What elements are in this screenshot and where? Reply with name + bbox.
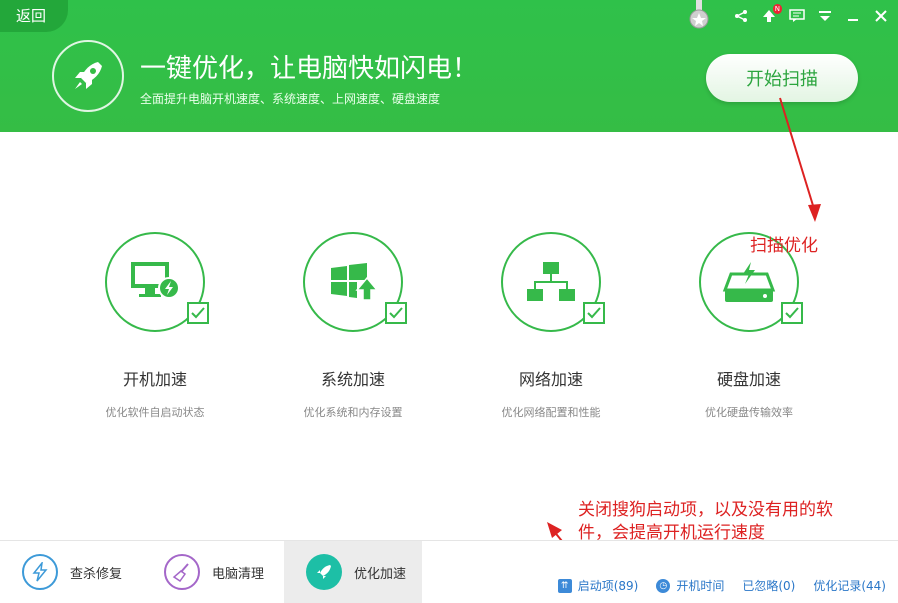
scan-annotation: 扫描优化 xyxy=(750,236,818,256)
nav-label: 查杀修复 xyxy=(70,566,123,582)
clock-icon: ◷ xyxy=(656,578,671,593)
boot-time-link[interactable]: ◷ 开机时间 xyxy=(656,577,724,594)
history-link[interactable]: 优化记录(44) xyxy=(813,577,886,594)
stat-label: 开机时间 xyxy=(676,579,725,593)
nav-label: 电脑清理 xyxy=(212,566,265,582)
nav-virus-repair[interactable]: 查杀修复 xyxy=(0,541,142,603)
bolt-shield-icon xyxy=(22,554,58,590)
startup-items-link[interactable]: ⇈ 启动项(89) xyxy=(557,577,639,594)
stat-label: 已忽略(0) xyxy=(742,579,796,593)
nav-pc-cleanup[interactable]: 电脑清理 xyxy=(142,541,284,603)
startup-annotation-line1: 关闭搜狗启动项，以及没有用的软 xyxy=(578,500,833,520)
bottom-bar: 查杀修复 电脑清理 优化加速 ⇈ 启动项(89) ◷ 开机时间 已忽略(0) 优… xyxy=(0,540,898,603)
rocket-icon xyxy=(306,554,342,590)
nav-label: 优化加速 xyxy=(354,566,407,582)
stats-bar: ⇈ 启动项(89) ◷ 开机时间 已忽略(0) 优化记录(44) xyxy=(557,577,886,594)
stat-label: 优化记录(44) xyxy=(813,579,886,593)
double-up-icon: ⇈ xyxy=(557,578,572,593)
broom-icon xyxy=(164,554,200,590)
scan-arrow xyxy=(779,97,821,222)
nav-optimize-speedup[interactable]: 优化加速 xyxy=(284,541,422,603)
stat-label: 启动项(89) xyxy=(577,579,639,593)
ignored-link[interactable]: 已忽略(0) xyxy=(742,577,795,594)
